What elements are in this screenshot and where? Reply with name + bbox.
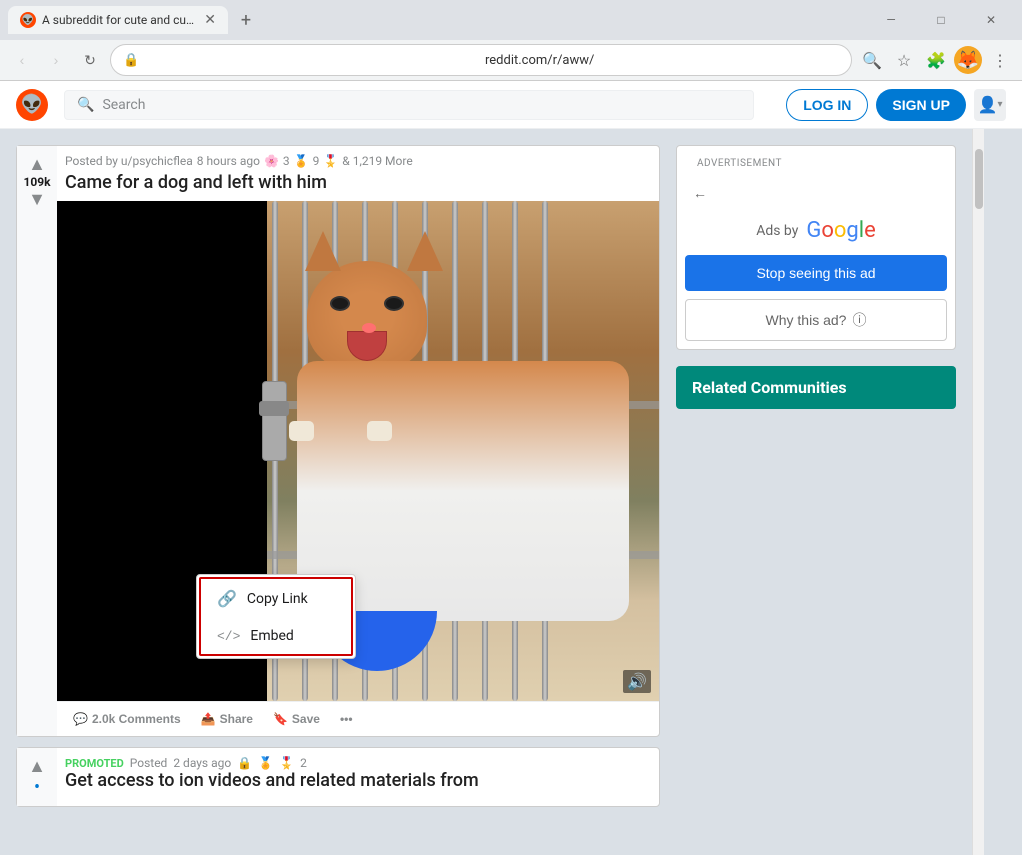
promoted-posted: Posted — [130, 756, 168, 770]
lock-icon: 🔒 — [237, 756, 252, 770]
minimize-button[interactable]: — — [868, 6, 914, 34]
address-bar[interactable]: 🔒 reddit.com/r/aww/ — [110, 44, 852, 76]
embed-item[interactable]: </> Embed — [201, 618, 351, 654]
posted-by-text: Posted by u/psychicflea — [65, 154, 193, 168]
post-title: Came for a dog and left with him — [57, 172, 659, 201]
ads-by-google: Ads by Google — [677, 210, 955, 251]
promoted-upvote-button[interactable]: ▲ — [28, 756, 46, 777]
award-icon-1: 🌸 — [264, 154, 279, 168]
share-button[interactable]: 📤 Share — [193, 706, 261, 732]
browser-tab[interactable]: 👽 A subreddit for cute and cuddly ✕ — [8, 6, 228, 34]
why-this-ad-button[interactable]: Why this ad? ⓘ — [685, 299, 947, 341]
share-icon: 📤 — [201, 712, 216, 726]
google-logo-text: Google — [806, 218, 875, 243]
post-time: 8 hours ago — [197, 154, 260, 168]
search-icon[interactable]: 🔍 — [858, 46, 886, 74]
promoted-title: Get access to ion videos and related mat… — [65, 770, 651, 791]
post-actions: 💬 2.0k Comments 📤 Share 🔖 Save ••• — [57, 701, 659, 736]
volume-icon[interactable]: 🔊 — [623, 670, 651, 693]
vote-column: ▲ 109k ▼ — [17, 146, 57, 736]
tab-title: A subreddit for cute and cuddly — [42, 13, 198, 27]
login-button[interactable]: LOG IN — [786, 89, 868, 121]
downvote-button[interactable]: ▼ — [28, 189, 46, 210]
ad-box: ADVERTISEMENT ← Ads by Google Stop seein… — [676, 145, 956, 350]
reddit-header: 👽 🔍 Search LOG IN SIGN UP 👤 ▾ — [0, 81, 1022, 129]
user-avatar-icon: 👤 — [978, 95, 998, 114]
maximize-button[interactable]: □ — [918, 6, 964, 34]
award-icon-3: 🎖️ — [323, 154, 338, 168]
upvote-button[interactable]: ▲ — [28, 154, 46, 175]
ad-label: ADVERTISEMENT — [685, 150, 794, 173]
more-icon: ••• — [340, 712, 353, 726]
promoted-post-body: PROMOTED Posted 2 days ago 🔒 🏅 🎖️ 2 Get … — [57, 748, 659, 806]
search-placeholder: Search — [102, 97, 145, 113]
more-awards: & 1,219 More — [342, 154, 412, 168]
page-content: ▲ 109k ▼ Posted by u/psychicflea 8 hours… — [0, 129, 1022, 855]
menu-button[interactable]: ⋮ — [986, 46, 1014, 74]
comments-count: 2.0k Comments — [92, 712, 181, 726]
dropdown-border: 🔗 Copy Link </> Embed — [199, 577, 353, 656]
ad-back-button[interactable]: ← — [685, 181, 715, 206]
info-icon: ⓘ — [852, 310, 866, 330]
url-text: reddit.com/r/aww/ — [485, 53, 839, 68]
post-header: Posted by u/psychicflea 8 hours ago 🌸 3 … — [57, 146, 659, 172]
comments-button[interactable]: 💬 2.0k Comments — [65, 706, 189, 732]
browser-titlebar: 👽 A subreddit for cute and cuddly ✕ + — … — [0, 0, 1022, 40]
back-button[interactable]: ‹ — [8, 46, 36, 74]
browser-toolbar: ‹ › ↻ 🔒 reddit.com/r/aww/ 🔍 ☆ 🧩 🦊 ⋮ — [0, 40, 1022, 80]
share-dropdown: 🔗 Copy Link </> Embed — [196, 574, 356, 659]
browser-chrome: 👽 A subreddit for cute and cuddly ✕ + — … — [0, 0, 1022, 81]
post-body: Posted by u/psychicflea 8 hours ago 🌸 3 … — [57, 146, 659, 736]
more-button[interactable]: ••• — [332, 706, 361, 732]
promoted-post-card: ▲ • PROMOTED Posted 2 days ago 🔒 🏅 🎖️ 2 — [16, 747, 660, 807]
bookmark-star-icon[interactable]: ☆ — [890, 46, 918, 74]
vote-count: 109k — [23, 175, 50, 189]
close-button[interactable]: ✕ — [968, 6, 1014, 34]
extensions-icon[interactable]: 🧩 — [922, 46, 950, 74]
window-controls: — □ ✕ — [868, 6, 1014, 34]
link-icon: 🔗 — [217, 589, 237, 608]
related-communities-title: Related Communities — [692, 378, 847, 397]
save-icon: 🔖 — [273, 712, 288, 726]
user-menu-button[interactable]: 👤 ▾ — [974, 89, 1006, 121]
award-count-1: 3 — [283, 154, 290, 168]
tab-close-button[interactable]: ✕ — [204, 12, 216, 28]
embed-icon: </> — [217, 629, 240, 644]
refresh-button[interactable]: ↻ — [76, 46, 104, 74]
profile-avatar-icon[interactable]: 🦊 — [954, 46, 982, 74]
search-bar[interactable]: 🔍 Search — [64, 90, 754, 120]
search-icon: 🔍 — [77, 97, 94, 113]
save-button[interactable]: 🔖 Save — [265, 706, 328, 732]
scrollbar-thumb[interactable] — [975, 149, 983, 209]
scrollbar[interactable] — [972, 129, 984, 855]
promoted-tag: PROMOTED — [65, 757, 124, 770]
forward-button[interactable]: › — [42, 46, 70, 74]
reddit-logo[interactable]: 👽 — [16, 89, 48, 121]
promoted-meta: PROMOTED Posted 2 days ago 🔒 🏅 🎖️ 2 — [65, 756, 651, 770]
award-icon-2: 🏅 — [294, 154, 309, 168]
stop-seeing-ad-button[interactable]: Stop seeing this ad — [685, 255, 947, 291]
new-tab-button[interactable]: + — [232, 6, 260, 34]
toolbar-icons: 🔍 ☆ 🧩 🦊 ⋮ — [858, 46, 1014, 74]
copy-link-item[interactable]: 🔗 Copy Link — [201, 579, 351, 618]
comment-icon: 💬 — [73, 712, 88, 726]
related-communities-box: Related Communities — [676, 366, 956, 409]
header-actions: LOG IN SIGN UP 👤 ▾ — [786, 89, 1006, 121]
ads-by-text: Ads by — [756, 223, 798, 239]
promoted-post-wrapper: ▲ • PROMOTED Posted 2 days ago 🔒 🏅 🎖️ 2 — [17, 748, 659, 806]
promoted-vote-column: ▲ • — [17, 748, 57, 806]
post-image: 🔊 — [57, 201, 659, 701]
sidebar: ADVERTISEMENT ← Ads by Google Stop seein… — [660, 129, 972, 855]
bullet-icon: • — [34, 777, 40, 798]
tab-favicon: 👽 — [20, 12, 36, 28]
signup-button[interactable]: SIGN UP — [876, 89, 966, 121]
promoted-time: 2 days ago — [173, 756, 231, 770]
embed-label: Embed — [250, 628, 293, 644]
award-count-2: 9 — [313, 154, 320, 168]
copy-link-label: Copy Link — [247, 591, 308, 607]
main-content: ▲ 109k ▼ Posted by u/psychicflea 8 hours… — [0, 129, 660, 855]
